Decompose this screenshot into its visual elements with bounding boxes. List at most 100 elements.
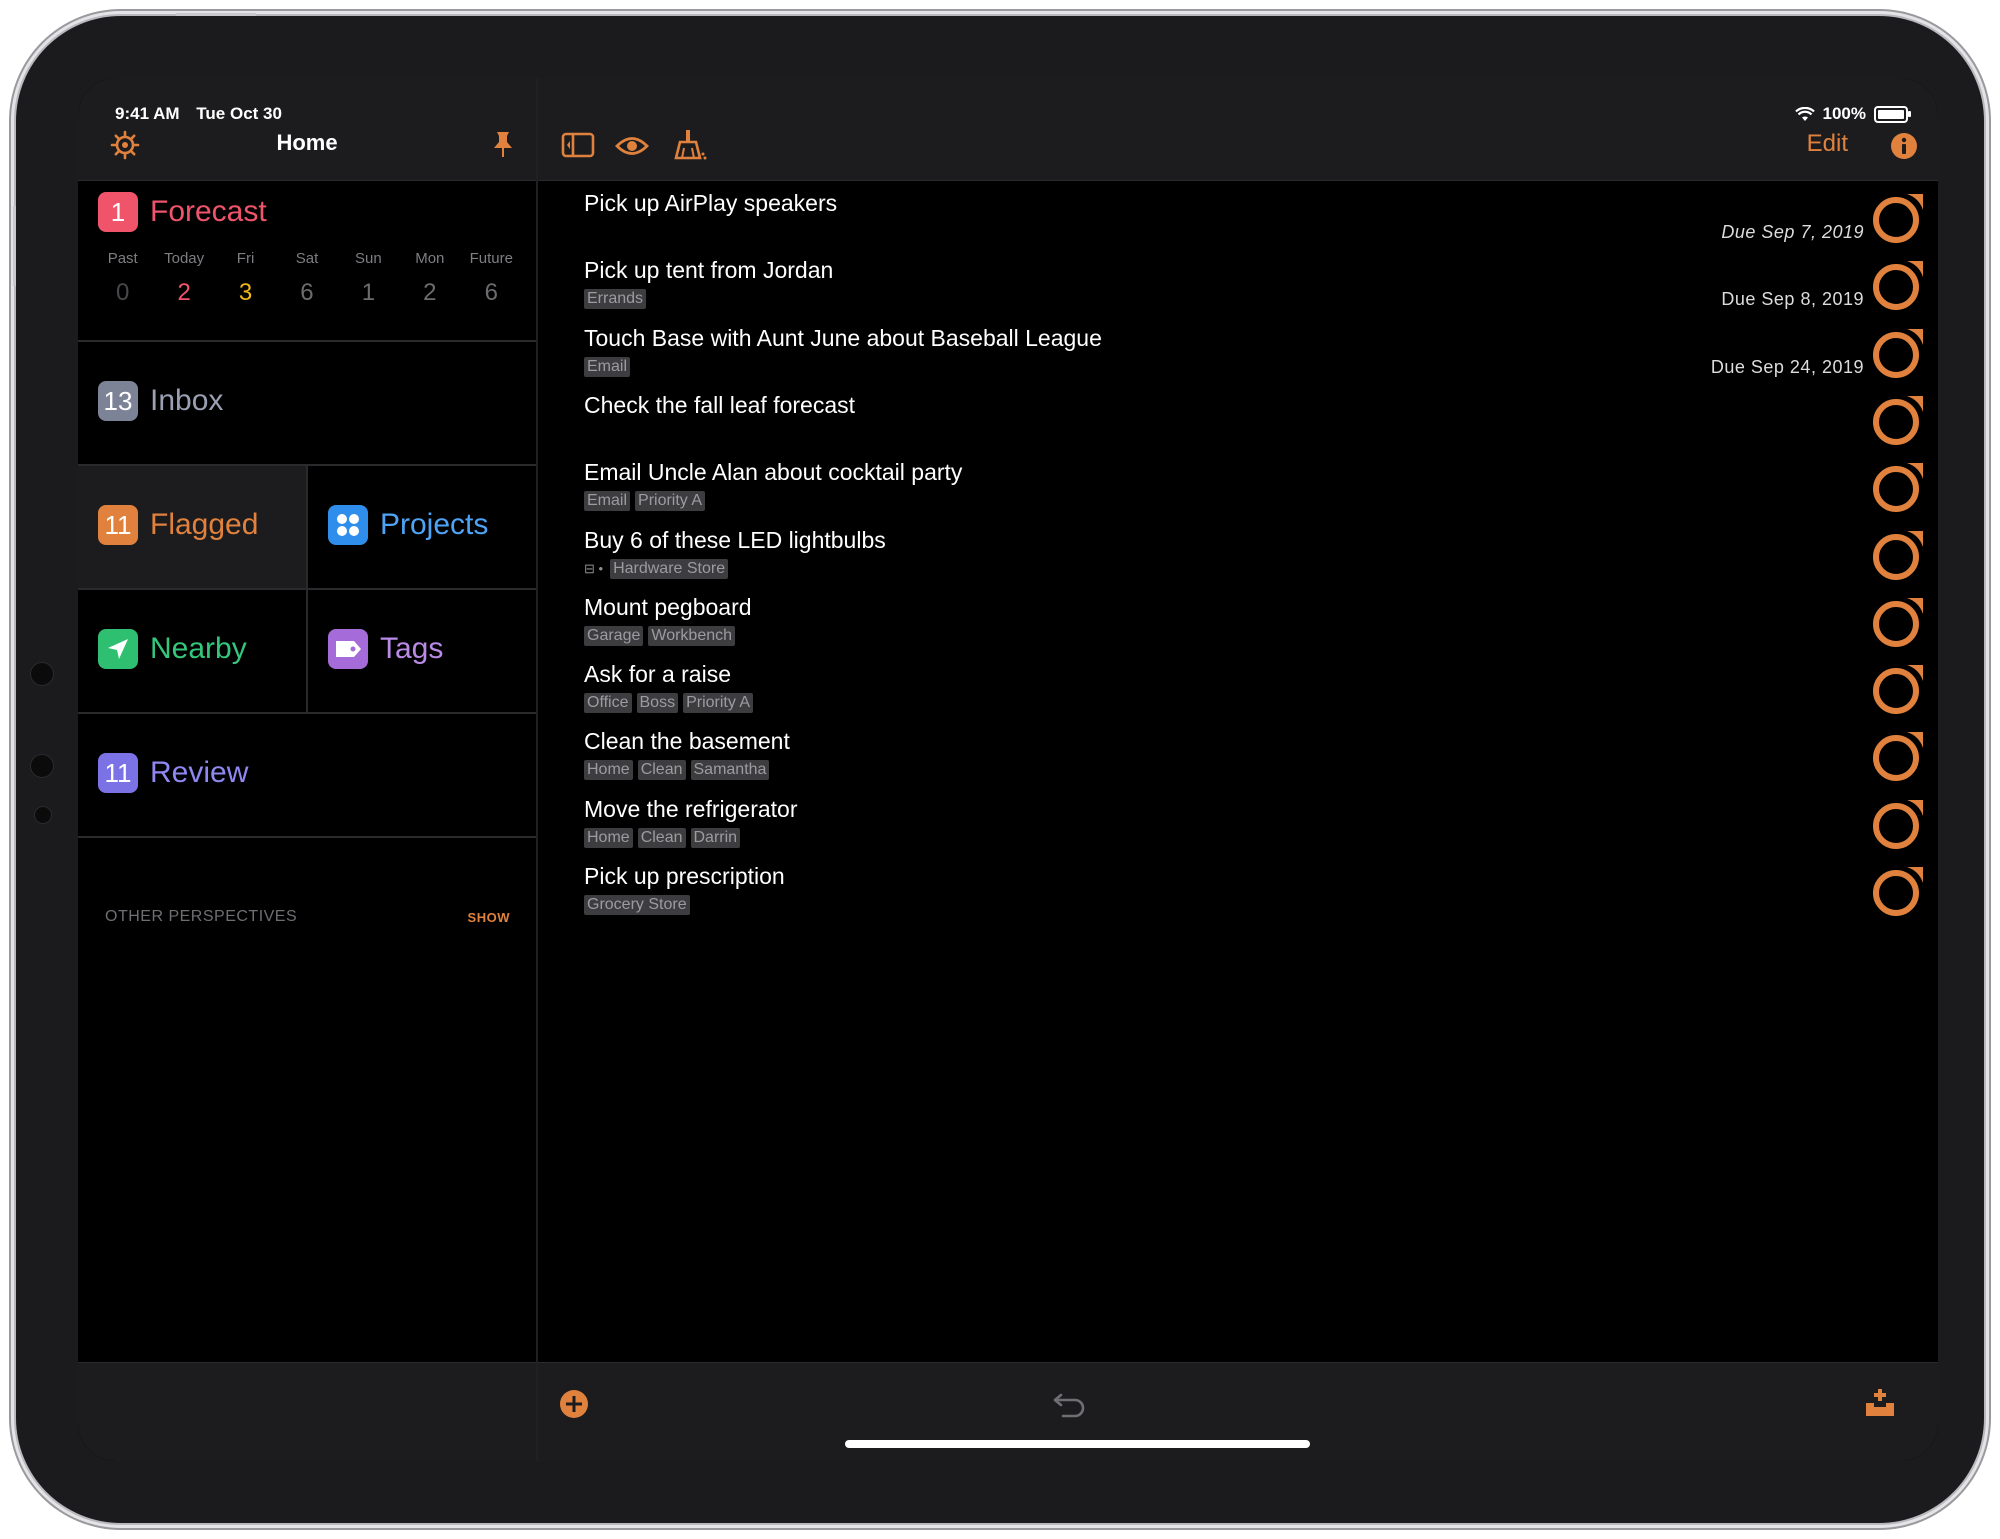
task-tags: Home Clean Samantha [584,760,770,781]
flagged-checkbox-icon[interactable] [1871,527,1927,588]
note-attachment-icon: ⊟ • [584,560,604,576]
task-title[interactable]: Email Uncle Alan about cocktail party [584,459,962,486]
task-row[interactable]: Pick up prescription Grocery Store [538,857,1938,924]
inbox-label: Inbox [150,384,224,417]
task-row[interactable]: Email Uncle Alan about cocktail party Ema… [538,453,1938,520]
task-row[interactable]: Mount pegboard Garage Workbench [538,588,1938,655]
top-button [176,13,256,16]
task-row[interactable]: Ask for a raise Office Boss Priority A [538,655,1938,722]
show-button[interactable]: SHOW [468,910,510,925]
projects-label: Projects [380,508,489,541]
task-title[interactable]: Pick up AirPlay speakers [584,190,837,217]
tag-chip: Home [584,760,633,781]
flagged-checkbox-icon[interactable] [1871,459,1927,520]
tag-icon [328,629,368,669]
flagged-checkbox-icon[interactable] [1871,190,1927,251]
tag-chip: Home [584,827,633,848]
flagged-checkbox-icon[interactable] [1871,325,1927,386]
tag-chip: Boss [636,693,679,714]
forecast-tile[interactable]: 1 Forecast Past 0 Today 2 Fri 3 Sat 6 Sun 1 M… [78,180,536,342]
task-title[interactable]: Pick up tent from Jordan [584,257,833,284]
forecast-days: Past 0 Today 2 Fri 3 Sat 6 Sun 1 Mon 2 Future 6 [92,250,522,307]
nearby-label: Nearby [150,632,247,665]
projects-tile[interactable]: Projects [308,466,536,590]
task-row[interactable]: Touch Base with Aunt June about Baseball… [538,319,1938,386]
task-tags: Garage Workbench [584,625,736,646]
forecast-day[interactable]: Fri 3 [215,250,276,307]
clean-up-broom-icon[interactable] [674,128,708,167]
pin-icon[interactable] [492,130,514,163]
camera-dot-1 [30,662,54,686]
forecast-day[interactable]: Sun 1 [338,250,399,307]
add-item-plus-icon[interactable] [559,1389,589,1424]
location-arrow-icon [98,629,138,669]
task-title[interactable]: Touch Base with Aunt June about Baseball… [584,325,1102,352]
inbox-tray-icon[interactable] [1864,1387,1896,1424]
task-tags: Office Boss Priority A [584,693,754,714]
inbox-tile[interactable]: 13 Inbox [78,342,536,466]
flagged-checkbox-icon[interactable] [1871,728,1927,789]
sidebar-footer [78,1362,536,1461]
forecast-day[interactable]: Past 0 [92,250,153,307]
wifi-icon [1794,106,1815,121]
task-title[interactable]: Ask for a raise [584,661,731,688]
flagged-checkbox-icon[interactable] [1871,257,1927,318]
main-toolbar: 100% Edit [538,78,1938,181]
tag-chip: Darrin [690,827,741,848]
forecast-day[interactable]: Today 2 [153,250,214,307]
projects-icon [328,505,368,545]
sidebar-toggle-icon[interactable] [561,132,595,163]
tag-chip: Email [584,491,631,512]
task-row[interactable]: Pick up tent from Jordan Errands Due Sep 8… [538,251,1938,318]
task-tags: Home Clean Darrin [584,827,741,848]
task-row[interactable]: Pick up AirPlay speakers Due Sep 7, 2019 [538,184,1938,251]
task-title[interactable]: Check the fall leaf forecast [584,392,855,419]
tag-chip: Errands [584,289,647,310]
task-row[interactable]: Check the fall leaf forecast [538,386,1938,453]
task-title[interactable]: Pick up prescription [584,863,785,890]
task-title[interactable]: Buy 6 of these LED lightbulbs [584,527,886,554]
battery-icon [1874,105,1911,123]
status-indicators: 100% [1794,104,1911,124]
camera-dot-2 [30,754,54,778]
tag-chip: Email [584,356,631,377]
nearby-tile[interactable]: Nearby [78,590,308,714]
review-tile[interactable]: 11 Review [78,714,536,838]
forecast-day[interactable]: Sat 6 [276,250,337,307]
forecast-label: Forecast [150,195,267,228]
task-title[interactable]: Mount pegboard [584,594,752,621]
task-row[interactable]: Clean the basement Home Clean Samantha [538,722,1938,789]
volume-up-button [13,206,16,286]
forecast-count-badge: 1 [98,192,138,232]
flagged-checkbox-icon[interactable] [1871,863,1927,924]
camera-dot-3 [34,806,52,824]
flagged-checkbox-icon[interactable] [1871,661,1927,722]
sidebar: 9:41 AM Tue Oct 30 Home 1 Forecast Past … [78,78,538,1461]
tags-tile[interactable]: Tags [308,590,536,714]
task-title[interactable]: Move the refrigerator [584,796,797,823]
status-time: 9:41 AM [115,104,180,123]
inbox-count-badge: 13 [98,381,138,421]
other-perspectives-heading: OTHER PERSPECTIVES [105,908,298,925]
task-title[interactable]: Clean the basement [584,728,790,755]
forecast-day[interactable]: Future 6 [461,250,522,307]
info-icon[interactable] [1890,132,1918,165]
flagged-checkbox-icon[interactable] [1871,796,1927,857]
tag-chip: Workbench [648,625,736,646]
forecast-day[interactable]: Mon 2 [399,250,460,307]
tags-label: Tags [380,632,444,665]
flagged-count-badge: 11 [98,505,138,545]
flagged-tile[interactable]: 11 Flagged [78,466,308,590]
review-label: Review [150,756,249,789]
undo-icon[interactable] [1051,1389,1089,1424]
task-row[interactable]: Buy 6 of these LED lightbulbs ⊟ • Hardware… [538,521,1938,588]
flagged-checkbox-icon[interactable] [1871,594,1927,655]
edit-button[interactable]: Edit [1807,130,1848,158]
view-options-eye-icon[interactable] [615,135,649,162]
task-tags: Email Priority A [584,491,706,512]
tag-chip: Clean [637,760,686,781]
tag-chip: Priority A [635,491,706,512]
task-row[interactable]: Move the refrigerator Home Clean Darrin [538,790,1938,857]
flagged-checkbox-icon[interactable] [1871,392,1927,453]
sidebar-title: Home [276,130,338,155]
